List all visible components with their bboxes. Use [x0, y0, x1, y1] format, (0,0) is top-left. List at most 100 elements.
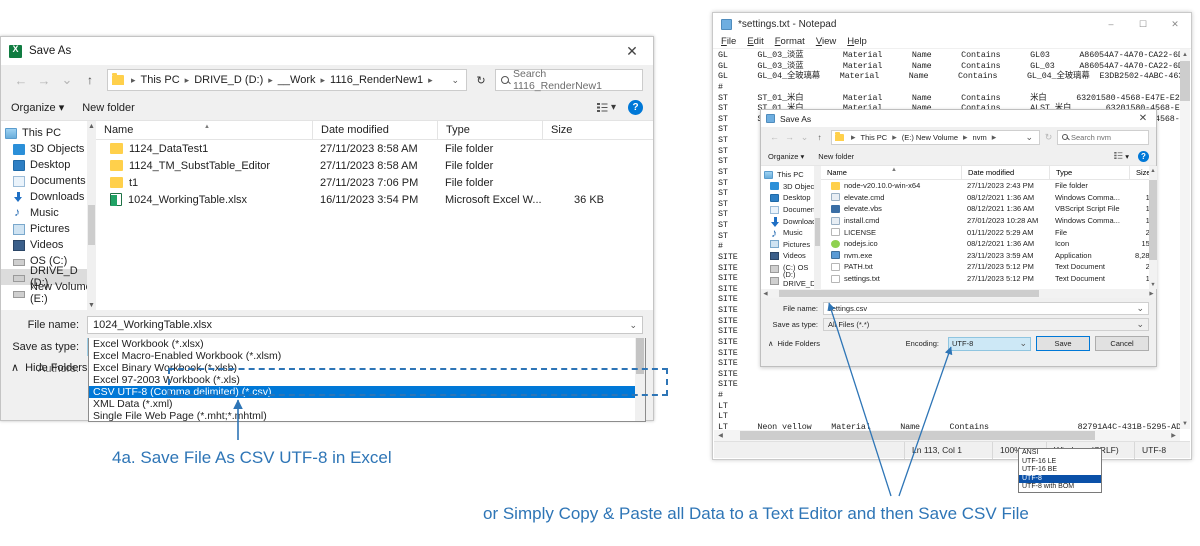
encoding-option-2[interactable]: UTF-16 BE [1019, 466, 1101, 475]
menu-item-help[interactable]: Help [847, 36, 867, 47]
horizontal-scroll-thumb[interactable] [740, 431, 1095, 440]
table-row[interactable]: PATH.txt 27/11/2023 5:12 PM Text Document 2… [821, 261, 1157, 273]
chevron-down-icon[interactable]: ⌄ [1136, 303, 1144, 314]
forward-icon[interactable]: → [34, 70, 54, 90]
savetype-combobox[interactable]: All Files (*.*) ⌄ [823, 318, 1149, 331]
scroll-left-icon[interactable]: ◀ [761, 291, 770, 297]
refresh-icon[interactable]: ↻ [1042, 131, 1055, 144]
table-row[interactable]: 1024_WorkingTable.xlsx 16/11/2023 3:54 PM… [96, 191, 653, 208]
breadcrumb-item-1[interactable]: DRIVE_D (D:) [193, 74, 264, 86]
nav-item-downloads[interactable]: Downloads [1, 189, 96, 205]
scroll-left-icon[interactable]: ◀ [714, 432, 727, 439]
breadcrumb-item-0[interactable]: This PC [140, 74, 181, 86]
hide-folders-button[interactable]: ∧ Hide Folders [768, 339, 820, 348]
up-icon[interactable]: ↑ [813, 131, 826, 144]
column-header-type[interactable]: Type [1048, 165, 1129, 180]
nav-item-pictures[interactable]: Pictures [761, 239, 821, 251]
help-icon[interactable]: ? [628, 100, 643, 115]
column-header-size[interactable]: Size [542, 120, 612, 140]
column-header-name[interactable]: Name [821, 163, 961, 180]
organize-button[interactable]: Organize ▾ [11, 101, 64, 114]
nav-item-3d-objects[interactable]: 3D Objects [761, 181, 821, 193]
table-row[interactable]: t1 27/11/2023 7:06 PM File folder [96, 174, 653, 191]
breadcrumb-item-2[interactable]: __Work [277, 74, 317, 86]
column-header-type[interactable]: Type [437, 120, 542, 140]
nav-item-d-drive-d[interactable]: (D:) DRIVE_D [761, 270, 821, 288]
nav-item-documents[interactable]: Documents [761, 204, 821, 216]
column-header-name[interactable]: Name [96, 118, 312, 140]
scroll-down-icon[interactable]: ▼ [1180, 418, 1190, 429]
nav-item-desktop[interactable]: Desktop [761, 192, 821, 204]
table-row[interactable]: nvm.exe 23/11/2023 3:59 AM Application 8,28… [821, 250, 1157, 262]
nav-item-music[interactable]: Music [1, 205, 96, 221]
encoding-option-1[interactable]: UTF-16 LE [1019, 458, 1101, 467]
breadcrumb-item-0[interactable]: This PC [860, 133, 889, 142]
list-horizontal-scrollbar[interactable]: ◀ ▶ [761, 289, 1156, 298]
minimize-icon[interactable]: – [1095, 13, 1127, 35]
nav-item-pictures[interactable]: Pictures [1, 221, 96, 237]
notepad-vertical-scrollbar[interactable]: ▲ ▼ [1180, 49, 1190, 429]
filetype-option-0[interactable]: Excel Workbook (*.xlsx) [89, 338, 645, 350]
breadcrumb-item-2[interactable]: nvm [972, 133, 988, 142]
list-scrollbar[interactable]: ▲ ▼ [1148, 166, 1157, 289]
nav-item-desktop[interactable]: Desktop [1, 157, 96, 173]
scroll-up-icon[interactable]: ▲ [1149, 166, 1157, 175]
scroll-right-icon[interactable]: ▶ [1147, 291, 1156, 297]
filetype-option-6[interactable]: Single File Web Page (*.mht;*.mhtml) [89, 410, 645, 421]
chevron-down-icon[interactable]: ⌄ [1136, 319, 1144, 330]
list-scroll-thumb[interactable] [1148, 180, 1157, 260]
table-row[interactable]: settings.txt 27/11/2023 5:12 PM Text Docum… [821, 273, 1157, 285]
refresh-icon[interactable]: ↻ [470, 69, 492, 91]
new-folder-button[interactable]: New folder [82, 102, 135, 114]
table-row[interactable]: 1124_TM_SubstTable_Editor 27/11/2023 8:58… [96, 157, 653, 174]
back-icon[interactable]: ← [768, 131, 781, 144]
scroll-up-icon[interactable]: ▲ [1180, 49, 1190, 60]
forward-icon[interactable]: → [783, 131, 796, 144]
table-row[interactable]: node-v20.10.0-win-x64 27/11/2023 2:43 PM F… [821, 180, 1157, 192]
chevron-down-icon[interactable]: ⌄ [451, 75, 462, 86]
new-folder-button[interactable]: New folder [818, 152, 854, 161]
encoding-option-3[interactable]: UTF-8 [1019, 474, 1101, 484]
table-row[interactable]: elevate.vbs 08/12/2021 1:36 AM VBScript Sc… [821, 203, 1157, 215]
chevron-down-icon[interactable]: ⌄ [1025, 132, 1036, 143]
menu-item-edit[interactable]: Edit [747, 36, 763, 47]
recent-locations-icon[interactable]: ⌄ [57, 70, 77, 90]
recent-locations-icon[interactable]: ⌄ [798, 131, 811, 144]
maximize-icon[interactable]: ☐ [1127, 13, 1159, 35]
menu-item-view[interactable]: View [816, 36, 836, 47]
close-icon[interactable]: ✕ [1130, 110, 1156, 127]
scroll-right-icon[interactable]: ▶ [1167, 432, 1180, 439]
nav-scrollbar[interactable] [813, 166, 821, 289]
encoding-option-0[interactable]: ANSI [1019, 449, 1101, 458]
view-options-button[interactable]: ▾ [596, 102, 616, 113]
breadcrumb-item-1[interactable]: (E:) New Volume [901, 133, 959, 142]
h-scroll-thumb[interactable] [779, 290, 1039, 297]
filename-input[interactable]: settings.csv ⌄ [823, 302, 1149, 315]
scroll-up-icon[interactable]: ▲ [87, 121, 96, 131]
view-options-button[interactable]: ▾ [1114, 151, 1129, 161]
help-icon[interactable]: ? [1138, 150, 1149, 162]
nav-item-music[interactable]: Music [761, 226, 821, 240]
up-icon[interactable]: ↑ [80, 70, 100, 90]
menu-item-format[interactable]: Format [775, 36, 805, 47]
back-icon[interactable]: ← [11, 70, 31, 90]
chevron-down-icon[interactable]: ⌄ [1019, 338, 1027, 349]
table-row[interactable]: LICENSE01/11/2022 5:29 AMFile2 K [821, 226, 1157, 238]
nav-item-3d-objects[interactable]: 3D Objects [1, 141, 96, 157]
close-icon[interactable]: ✕ [1159, 13, 1191, 35]
filename-input[interactable]: 1024_WorkingTable.xlsx ⌄ [87, 316, 643, 334]
nav-item-downloads[interactable]: Downloads [761, 215, 821, 228]
vertical-scroll-thumb[interactable] [1180, 61, 1190, 101]
encoding-dropdown-list[interactable]: ANSI UTF-16 LE UTF-16 BE UTF-8 UTF-8 with BO… [1018, 448, 1102, 493]
breadcrumb-item-3[interactable]: 1116_RenderNew1 [329, 74, 424, 86]
menu-item-file[interactable]: File [721, 36, 736, 47]
table-row[interactable]: 1124_DataTest1 27/11/2023 8:58 AM File fol… [96, 140, 653, 157]
column-header-date-modified[interactable]: Date modified [312, 120, 437, 140]
organize-button[interactable]: Organize ▾ [768, 152, 804, 161]
cancel-button[interactable]: Cancel [1095, 336, 1149, 351]
nav-scroll-thumb[interactable] [88, 205, 95, 245]
chevron-down-icon[interactable]: ⌄ [629, 320, 637, 331]
scroll-down-icon[interactable]: ▼ [87, 300, 96, 310]
notepad-horizontal-scrollbar[interactable]: ◀ ▶ [714, 430, 1180, 441]
search-input[interactable]: Search nvm [1057, 129, 1149, 145]
